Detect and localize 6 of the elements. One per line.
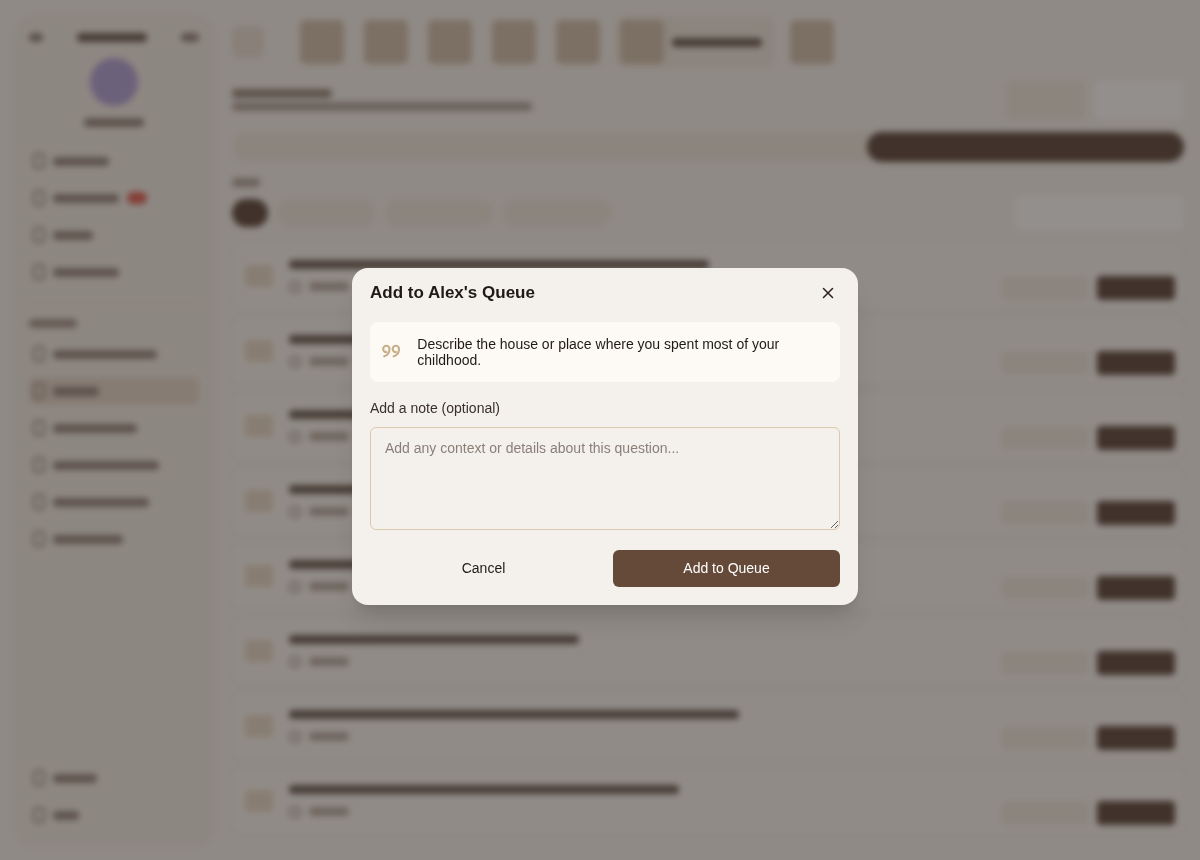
- add-to-queue-button[interactable]: Add to Queue: [613, 549, 840, 587]
- dialog-title: Add to Alex's Queue: [370, 282, 535, 304]
- field-label: Add a note (optional): [370, 398, 501, 418]
- note-field[interactable]: Add any context or details about this question...: [370, 426, 840, 530]
- cancel-button[interactable]: Cancel: [370, 549, 597, 587]
- question-text: Describe the house or place where you spent most of your childhood.: [417, 335, 781, 368]
